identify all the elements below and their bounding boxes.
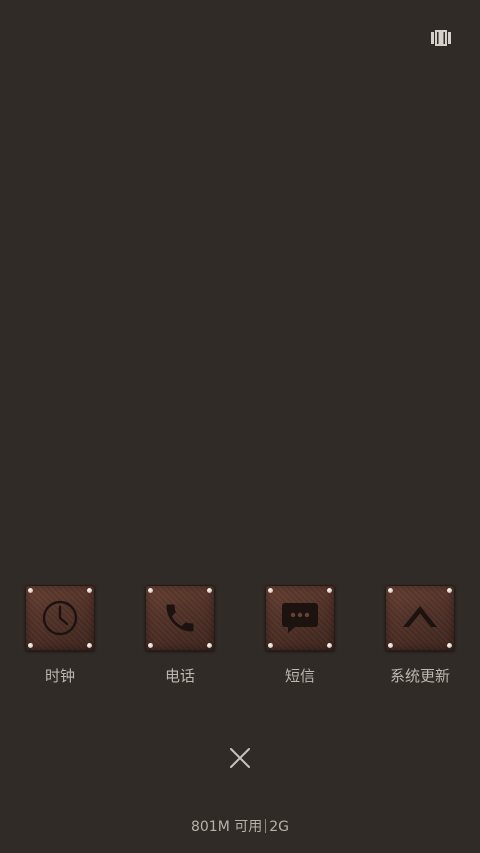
rivet — [148, 588, 153, 593]
phone-tile[interactable] — [145, 585, 215, 651]
rivet — [207, 588, 212, 593]
recents-screen: 时钟 电话 短信 系统更新 801M 可用 2G — [0, 0, 480, 853]
recents-view-icon[interactable] — [431, 30, 451, 46]
memory-available: 801M 可用 — [190, 819, 263, 835]
rivet — [87, 588, 92, 593]
app-label: 系统更新 — [389, 667, 450, 685]
rivet — [447, 588, 452, 593]
rivet — [28, 643, 33, 648]
rivet — [87, 643, 92, 648]
rivet — [268, 588, 273, 593]
app-label: 电话 — [164, 667, 195, 685]
rivet — [327, 588, 332, 593]
system-update-tile[interactable] — [385, 585, 455, 651]
app-shortcuts: 时钟 电话 短信 系统更新 — [0, 585, 480, 695]
clock-tile[interactable] — [25, 585, 95, 651]
app-system-update[interactable]: 系统更新 — [360, 585, 480, 686]
message-tile[interactable] — [265, 585, 335, 651]
phone-icon — [166, 604, 194, 632]
rivet — [388, 588, 393, 593]
app-messages[interactable]: 短信 — [240, 585, 360, 686]
rivet — [207, 643, 212, 648]
rivet — [28, 588, 33, 593]
app-label: 短信 — [284, 667, 315, 685]
memory-divider — [265, 819, 267, 833]
clock-icon — [42, 600, 78, 636]
message-icon — [282, 603, 318, 633]
rivet — [268, 643, 273, 648]
rivet — [327, 643, 332, 648]
rivet — [388, 643, 393, 648]
chevron-up-icon — [403, 606, 437, 627]
app-phone[interactable]: 电话 — [120, 585, 240, 686]
close-icon[interactable] — [226, 744, 254, 772]
rivet — [447, 643, 452, 648]
memory-status: 801M 可用 2G — [0, 816, 480, 836]
app-label: 时钟 — [44, 667, 75, 685]
memory-total: 2G — [269, 819, 290, 835]
app-clock[interactable]: 时钟 — [0, 585, 120, 686]
rivet — [148, 643, 153, 648]
